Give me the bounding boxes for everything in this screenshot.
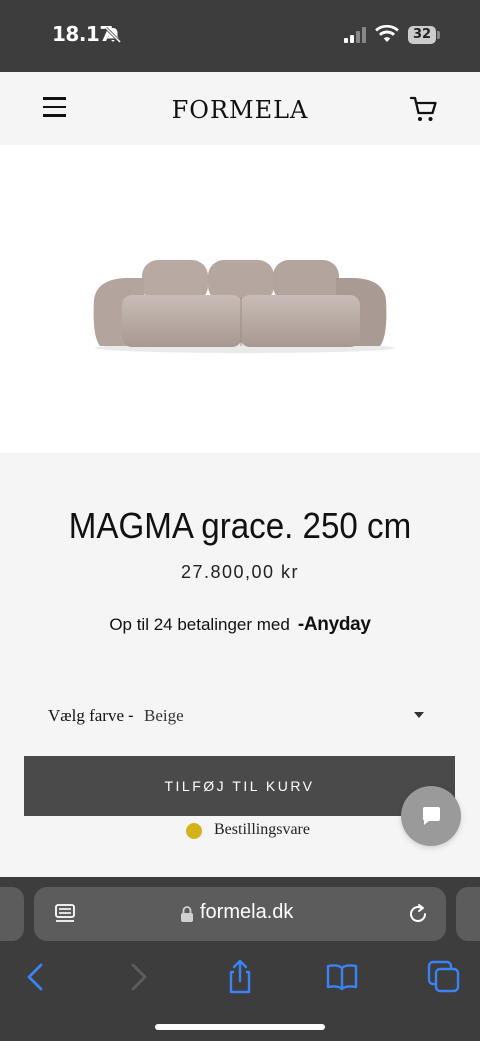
status-bar: 18.17 32 [0, 0, 480, 72]
previous-tab[interactable] [0, 887, 24, 941]
browser-bar: formela.dk [0, 877, 480, 1041]
share-icon[interactable] [220, 957, 260, 997]
signal-icon [344, 27, 366, 43]
product-price: 27.800,00 kr [180, 562, 300, 582]
url-text: formela.dk [200, 901, 294, 923]
tabs-icon[interactable] [424, 957, 464, 997]
reload-icon[interactable] [406, 902, 430, 926]
chevron-down-icon [414, 712, 424, 718]
battery-tip [437, 31, 440, 39]
forward-icon[interactable] [118, 957, 158, 997]
cart-icon[interactable] [409, 94, 439, 124]
product-title: MAGMA grace. 250 cm [68, 505, 412, 546]
anyday-logo: -Anyday [297, 614, 371, 635]
color-value: Beige [144, 706, 184, 725]
battery-icon: 32 [408, 26, 436, 44]
next-tab[interactable] [456, 887, 480, 941]
bookmarks-icon[interactable] [322, 957, 362, 997]
browser-nav-row [0, 957, 480, 997]
address-bar[interactable]: formela.dk [34, 887, 446, 941]
bell-slash-icon [104, 26, 122, 44]
wifi-icon [375, 25, 399, 42]
installments-info[interactable]: Op til 24 betalinger med -Anyday [0, 614, 480, 636]
home-indicator [155, 1024, 325, 1030]
site-header: FORMELA [0, 72, 480, 145]
stock-label: Bestillingsvare [214, 821, 310, 838]
color-label: Vælg farve [48, 706, 125, 725]
color-select[interactable]: Vælg farve - Beige [48, 702, 432, 732]
lock-icon [181, 906, 193, 922]
add-to-cart-button[interactable]: TILFØJ TIL KURV [24, 756, 455, 816]
sofa-image [93, 260, 395, 353]
back-icon[interactable] [16, 957, 56, 997]
reader-icon[interactable] [54, 903, 76, 925]
status-dot-icon [186, 823, 202, 839]
chat-bubble-icon [423, 807, 440, 825]
site-logo[interactable]: FORMELA [0, 96, 480, 124]
product-image[interactable] [0, 145, 480, 453]
color-separator: - [128, 706, 134, 725]
chat-button[interactable] [401, 786, 461, 846]
installments-text: Op til 24 betalinger med [109, 615, 290, 634]
